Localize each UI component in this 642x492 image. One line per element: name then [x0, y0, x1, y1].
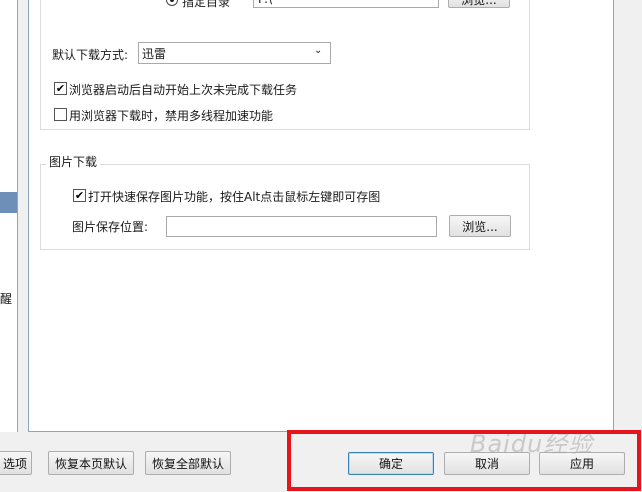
quick-save-image-label[interactable]: 打开快速保存图片功能，按住Alt点击鼠标左键即可存图	[88, 188, 380, 205]
sidebar-item-label[interactable]: 醒	[0, 290, 12, 307]
highlight-annotation	[287, 430, 641, 491]
download-dir-input[interactable]: F:\	[253, 0, 439, 8]
restore-page-defaults-button[interactable]: 恢复本页默认	[48, 451, 134, 475]
quick-save-image-checkbox[interactable]: ✔	[73, 189, 86, 202]
resume-tasks-checkbox[interactable]: ✔	[54, 82, 67, 95]
disable-multithread-label[interactable]: 用浏览器下载时，禁用多线程加速功能	[69, 107, 273, 124]
image-save-path-label: 图片保存位置:	[72, 220, 149, 234]
custom-dir-radio-label: 指定目录	[182, 0, 231, 9]
download-method-value: 迅雷	[142, 47, 167, 61]
options-button[interactable]: 选项	[0, 451, 32, 475]
sidebar-panel	[0, 0, 18, 432]
download-method-label: 默认下载方式:	[52, 48, 129, 62]
disable-multithread-checkbox[interactable]	[54, 108, 67, 121]
image-save-path-input[interactable]	[166, 216, 437, 237]
sidebar-selected-item[interactable]	[0, 192, 17, 213]
image-download-group-title: 图片下载	[46, 153, 101, 170]
chevron-down-icon[interactable]: ⌄	[314, 45, 322, 56]
resume-tasks-label[interactable]: 浏览器启动后自动开始上次未完成下载任务	[69, 81, 297, 98]
browse-image-path-button[interactable]: 浏览...	[449, 215, 511, 237]
restore-all-defaults-button[interactable]: 恢复全部默认	[145, 451, 231, 475]
download-method-select[interactable]	[138, 42, 331, 64]
image-download-group	[40, 164, 530, 250]
browse-dir-button[interactable]: 浏览...	[448, 0, 510, 8]
